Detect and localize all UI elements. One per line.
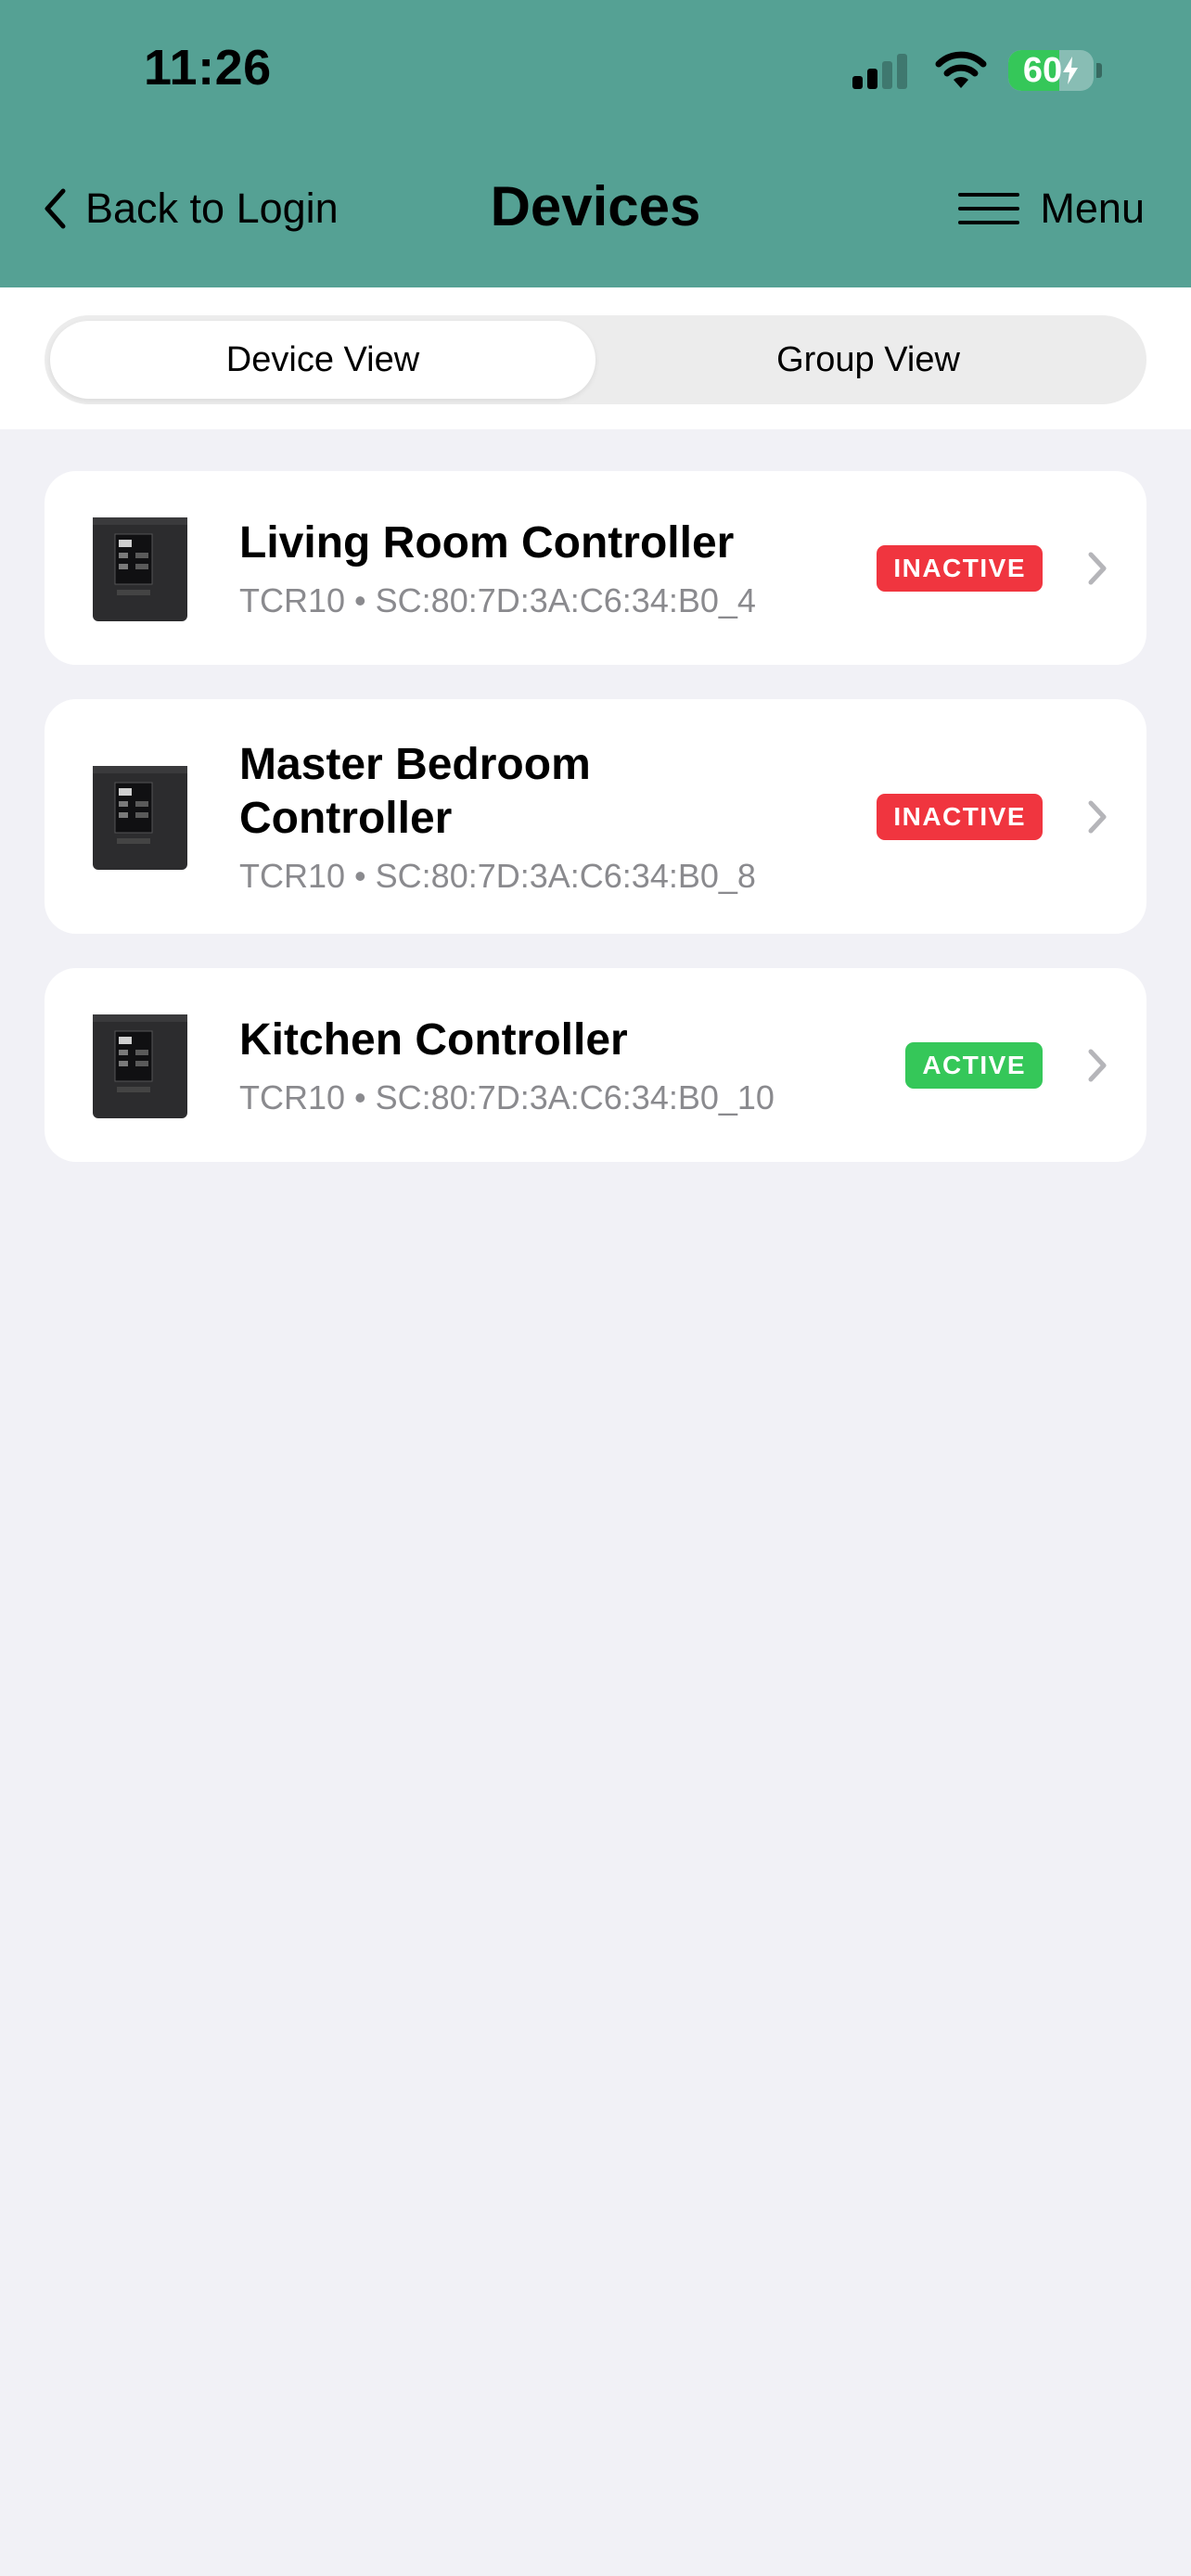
- hamburger-icon: [958, 193, 1020, 224]
- separator-dot: •: [354, 580, 376, 619]
- battery-nub: [1096, 63, 1102, 78]
- thermostat-device-icon: [93, 765, 187, 870]
- device-name: Living Room Controller: [239, 517, 735, 567]
- battery-icon: 60: [1008, 50, 1094, 91]
- chevron-right-icon: [1088, 800, 1107, 833]
- device-model: TCR10: [239, 580, 346, 619]
- separator-dot: •: [354, 856, 376, 895]
- chevron-right-icon: [1088, 1049, 1107, 1081]
- status-time: 11:26: [144, 40, 272, 96]
- view-switcher-bar: Device View Group View: [0, 287, 1191, 429]
- menu-label: Menu: [1040, 185, 1145, 232]
- cellular-signal-icon: [852, 52, 912, 89]
- status-indicators: 60: [852, 48, 1102, 93]
- chevron-right-icon: [1088, 552, 1107, 584]
- device-name: Kitchen Controller: [239, 1014, 628, 1065]
- device-card[interactable]: Kitchen Controller TCR10 • SC:80:7D:3A:C…: [45, 968, 1146, 1162]
- device-card[interactable]: Master Bedroom Controller TCR10 • SC:80:…: [45, 699, 1146, 934]
- app-header: 11:26 60 Back to Login Devices Menu: [0, 0, 1191, 287]
- tab-group-view[interactable]: Group View: [596, 321, 1141, 399]
- device-model: TCR10: [239, 1078, 346, 1116]
- thermostat-device-icon: [93, 516, 187, 621]
- device-info: TCR10 • SC:80:7D:3A:C6:34:B0_4: [239, 581, 852, 620]
- separator-dot: •: [354, 1078, 376, 1116]
- status-badge: INACTIVE: [877, 793, 1043, 840]
- device-model: TCR10: [239, 856, 346, 895]
- charging-bolt-icon: [1063, 57, 1079, 84]
- tab-device-view[interactable]: Device View: [50, 321, 596, 399]
- battery-level: 60: [1022, 50, 1063, 90]
- device-address: SC:80:7D:3A:C6:34:B0_4: [375, 580, 756, 619]
- back-to-login-button[interactable]: Back to Login: [43, 176, 339, 241]
- chevron-left-icon: [45, 188, 66, 229]
- thermostat-device-icon: [93, 1014, 187, 1118]
- device-list: Living Room Controller TCR10 • SC:80:7D:…: [45, 471, 1146, 1196]
- device-name: Master Bedroom Controller: [239, 739, 591, 843]
- menu-button[interactable]: Menu: [958, 176, 1145, 241]
- device-address: SC:80:7D:3A:C6:34:B0_10: [375, 1078, 775, 1116]
- device-address: SC:80:7D:3A:C6:34:B0_8: [375, 856, 756, 895]
- view-segmented-control: Device View Group View: [45, 315, 1146, 404]
- wifi-icon: [935, 51, 987, 88]
- device-card[interactable]: Living Room Controller TCR10 • SC:80:7D:…: [45, 471, 1146, 665]
- device-info: TCR10 • SC:80:7D:3A:C6:34:B0_8: [239, 857, 852, 896]
- status-badge: INACTIVE: [877, 544, 1043, 592]
- status-badge: ACTIVE: [905, 1041, 1043, 1089]
- back-label: Back to Login: [85, 185, 339, 232]
- device-info: TCR10 • SC:80:7D:3A:C6:34:B0_10: [239, 1078, 852, 1117]
